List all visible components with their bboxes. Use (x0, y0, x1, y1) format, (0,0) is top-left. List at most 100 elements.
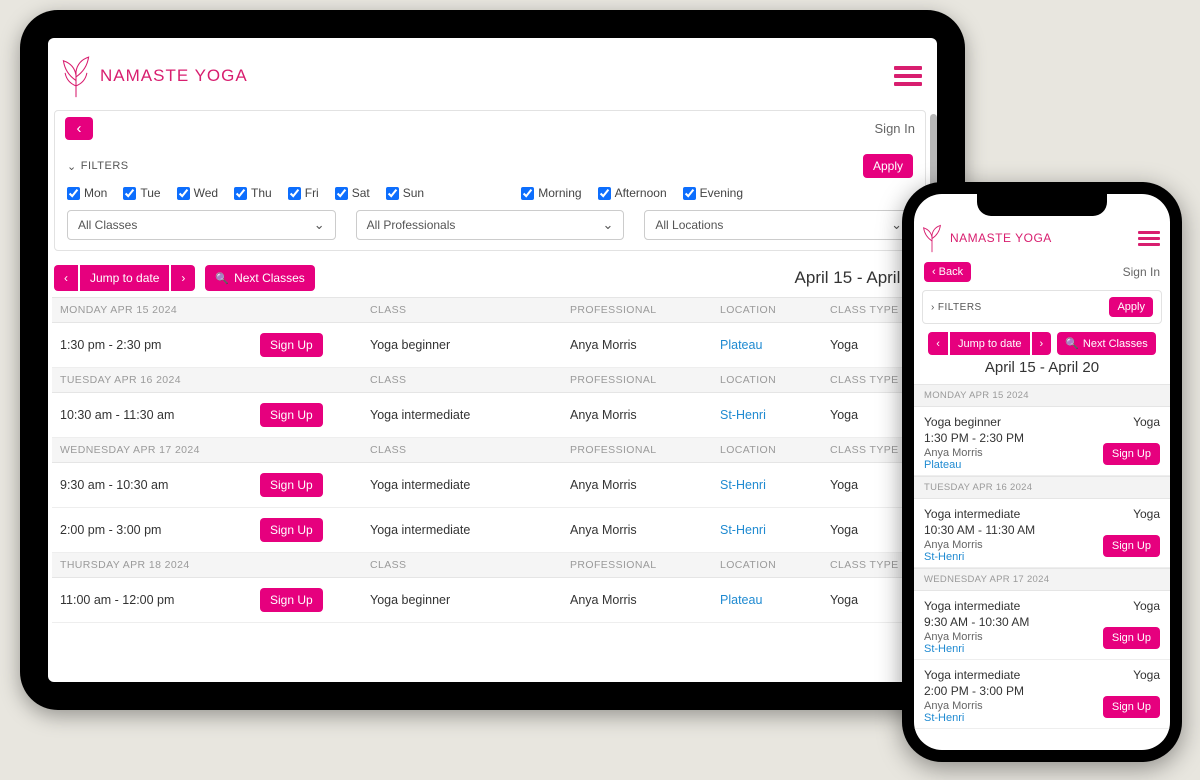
checkbox-morning[interactable]: Morning (521, 186, 581, 200)
class-time: 9:30 am - 10:30 am (52, 463, 252, 508)
day-date: TUESDAY APR 16 2024 (52, 368, 252, 393)
sign-up-button[interactable]: Sign Up (260, 518, 323, 542)
sign-in-link[interactable]: Sign In (875, 121, 915, 136)
days-group: Mon Tue Wed Thu Fri Sat Sun (67, 186, 424, 200)
topline: ‹ Sign In (55, 111, 925, 146)
date-prev-button[interactable]: ‹ (54, 265, 78, 291)
phone-class-card: Yoga intermediateYoga9:30 AM - 10:30 AMA… (914, 591, 1170, 660)
class-professional: Anya Morris (562, 393, 712, 438)
chevron-down-icon: ⌄ (67, 160, 77, 173)
col-header-class: CLASS (362, 298, 562, 323)
checkbox-sun[interactable]: Sun (386, 186, 424, 200)
apply-button[interactable]: Apply (863, 154, 913, 178)
chevron-left-icon: ‹ (64, 271, 68, 285)
back-chevron-button[interactable]: ‹ (65, 117, 93, 140)
col-header-class: CLASS (362, 553, 562, 578)
date-next-button[interactable]: › (171, 265, 195, 291)
class-professional: Anya Morris (562, 578, 712, 623)
phone-brand[interactable]: NAMASTE YOGA (920, 223, 1052, 253)
phone-filters-panel: › FILTERS Apply (922, 290, 1162, 324)
phone-header: NAMASTE YOGA (914, 216, 1170, 258)
col-header-professional: PROFESSIONAL (562, 298, 712, 323)
phone-jump-to-date-button[interactable]: Jump to date (950, 332, 1030, 355)
sign-up-button[interactable]: Sign Up (260, 473, 323, 497)
phone-class-name: Yoga beginner (924, 415, 1001, 429)
class-row: 10:30 am - 11:30 am Sign Up Yoga intermedi… (52, 393, 932, 438)
checkbox-afternoon[interactable]: Afternoon (598, 186, 667, 200)
jump-to-date-button[interactable]: Jump to date (80, 265, 169, 291)
col-header-location: LOCATION (712, 438, 822, 463)
search-icon (215, 271, 229, 285)
time-of-day-group: Morning Afternoon Evening (521, 186, 743, 200)
tablet-header: NAMASTE YOGA (48, 38, 937, 110)
day-date: WEDNESDAY APR 17 2024 (52, 438, 252, 463)
chevron-right-icon: › (181, 271, 185, 285)
phone-back-button[interactable]: ‹ Back (924, 262, 971, 282)
phone-topline: ‹ Back Sign In (914, 258, 1170, 286)
phone-menu-hamburger-icon[interactable] (1138, 228, 1160, 249)
class-time: 1:30 pm - 2:30 pm (52, 323, 252, 368)
phone-sign-up-button[interactable]: Sign Up (1103, 535, 1160, 557)
checkbox-thu[interactable]: Thu (234, 186, 272, 200)
phone-next-classes-button[interactable]: Next Classes (1057, 332, 1156, 355)
phone-day-header: TUESDAY APR 16 2024 (914, 476, 1170, 499)
phone-class-type: Yoga (1133, 507, 1160, 521)
menu-hamburger-icon[interactable] (894, 62, 922, 90)
filters-toggle[interactable]: ⌄ FILTERS (67, 160, 129, 173)
class-location-link[interactable]: St-Henri (720, 523, 766, 537)
class-name: Yoga intermediate (362, 393, 562, 438)
day-header-row: MONDAY APR 15 2024 CLASSPROFESSIONALLOCAT… (52, 298, 932, 323)
phone-sign-up-button[interactable]: Sign Up (1103, 627, 1160, 649)
day-date: MONDAY APR 15 2024 (52, 298, 252, 323)
phone-sign-up-button[interactable]: Sign Up (1103, 443, 1160, 465)
phone-class-type: Yoga (1133, 668, 1160, 682)
class-location-link[interactable]: Plateau (720, 593, 762, 607)
chevron-left-icon: ‹ (932, 266, 936, 278)
day-header-row: WEDNESDAY APR 17 2024CLASSPROFESSIONALLO… (52, 438, 932, 463)
col-header-class: CLASS (362, 368, 562, 393)
phone-day-header: WEDNESDAY APR 17 2024 (914, 568, 1170, 591)
phone-class-name: Yoga intermediate (924, 507, 1020, 521)
select-locations[interactable]: All Locations (644, 210, 913, 240)
col-header-class: CLASS (362, 438, 562, 463)
select-professionals[interactable]: All Professionals (356, 210, 625, 240)
next-classes-button[interactable]: Next Classes (205, 265, 314, 291)
brand[interactable]: NAMASTE YOGA (58, 53, 248, 99)
sign-up-button[interactable]: Sign Up (260, 403, 323, 427)
filters-panel: ⌄ FILTERS Apply Mon Tue Wed Thu Fri Sat (55, 146, 925, 250)
phone-class-card: Yoga beginnerYoga1:30 PM - 2:30 PMAnya M… (914, 407, 1170, 476)
select-classes[interactable]: All Classes (67, 210, 336, 240)
leaf-logo-icon (920, 223, 944, 253)
class-location-link[interactable]: St-Henri (720, 478, 766, 492)
phone-date-bar: ‹ Jump to date › Next Classes (922, 332, 1162, 355)
phone-brand-name: NAMASTE YOGA (950, 231, 1052, 245)
phone-date-range: April 15 - April 20 (914, 359, 1170, 376)
checkbox-tue[interactable]: Tue (123, 186, 160, 200)
class-location-link[interactable]: Plateau (720, 338, 762, 352)
jump-to-date-group: ‹ Jump to date › (54, 265, 195, 291)
checkbox-wed[interactable]: Wed (177, 186, 218, 200)
class-row: 1:30 pm - 2:30 pmSign UpYoga beginnerAny… (52, 323, 932, 368)
checkbox-mon[interactable]: Mon (67, 186, 107, 200)
class-row: 11:00 am - 12:00 pmSign UpYoga beginnerA… (52, 578, 932, 623)
col-header-location: LOCATION (712, 553, 822, 578)
phone-date-next-button[interactable]: › (1032, 332, 1052, 355)
phone-sign-in-link[interactable]: Sign In (1123, 265, 1160, 279)
phone-filters-toggle[interactable]: › FILTERS (931, 302, 982, 313)
phone-device: NAMASTE YOGA ‹ Back Sign In › FILTERS Ap (902, 182, 1182, 762)
class-location-link[interactable]: St-Henri (720, 408, 766, 422)
phone-sign-up-button[interactable]: Sign Up (1103, 696, 1160, 718)
checkbox-fri[interactable]: Fri (288, 186, 319, 200)
checkbox-evening[interactable]: Evening (683, 186, 743, 200)
date-bar: ‹ Jump to date › Next Classes April 15 -… (54, 265, 924, 291)
sign-up-button[interactable]: Sign Up (260, 333, 323, 357)
class-time: 10:30 am - 11:30 am (52, 393, 252, 438)
col-header-professional: PROFESSIONAL (562, 553, 712, 578)
col-header-location: LOCATION (712, 298, 822, 323)
sign-up-button[interactable]: Sign Up (260, 588, 323, 612)
phone-apply-button[interactable]: Apply (1109, 297, 1153, 317)
col-header-professional: PROFESSIONAL (562, 368, 712, 393)
checkbox-sat[interactable]: Sat (335, 186, 370, 200)
phone-class-card: Yoga intermediateYoga10:30 AM - 11:30 AM… (914, 499, 1170, 568)
phone-date-prev-button[interactable]: ‹ (928, 332, 948, 355)
